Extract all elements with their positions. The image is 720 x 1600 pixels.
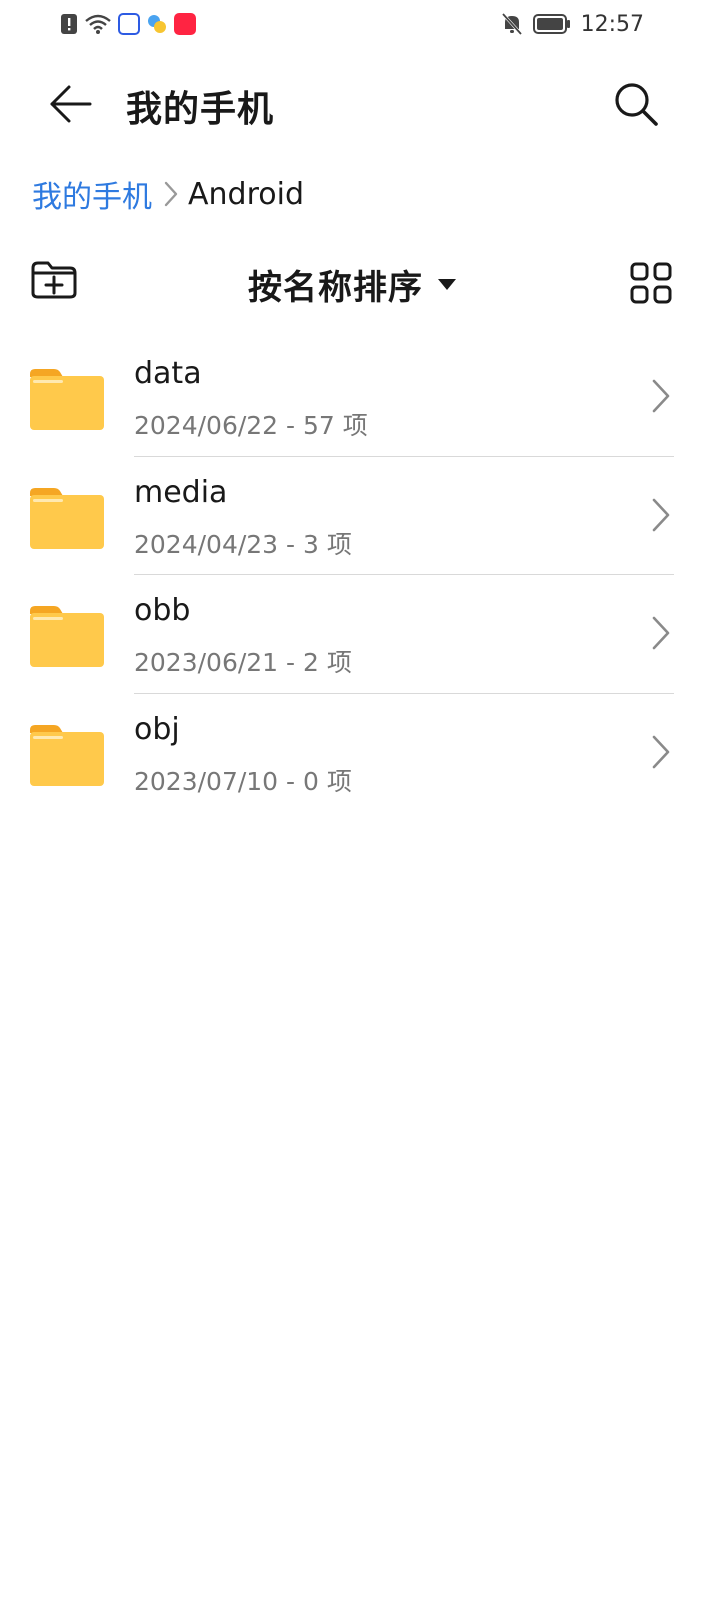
chevron-right-icon — [164, 181, 178, 207]
toolbar: 按名称排序 — [0, 250, 720, 318]
chevron-right-icon — [652, 735, 670, 769]
list-item-obb[interactable]: obb 2023/06/21 - 2 项 — [0, 575, 720, 694]
app-icon-xiaohongshu — [174, 13, 196, 35]
list-item-data[interactable]: data 2024/06/22 - 57 项 — [0, 338, 720, 457]
item-name: obb — [134, 593, 191, 629]
caret-down-icon — [438, 279, 456, 290]
folder-icon — [30, 487, 104, 549]
search-button[interactable] — [608, 76, 664, 132]
sort-button[interactable]: 按名称排序 — [248, 260, 457, 308]
chevron-right-icon — [652, 498, 670, 531]
page-title: 我的手机 — [126, 89, 275, 130]
chevron-right-icon — [652, 616, 670, 650]
item-meta: 2024/04/23 - 3 项 — [134, 529, 352, 559]
item-meta: 2023/07/10 - 0 项 — [134, 766, 352, 796]
alert-icon — [61, 14, 77, 34]
item-name: media — [134, 474, 228, 510]
grid-icon — [630, 262, 672, 304]
item-name: obj — [134, 711, 180, 747]
new-folder-button[interactable] — [30, 260, 82, 308]
app-icon-pinwheel — [148, 15, 166, 33]
item-meta: 2023/06/21 - 2 项 — [134, 648, 352, 678]
wifi-icon — [85, 14, 111, 34]
file-list: data 2024/06/22 - 57 项 media 2024/04/23 … — [0, 338, 720, 812]
back-button[interactable] — [40, 76, 100, 132]
grid-view-button[interactable] — [630, 262, 672, 304]
app-bar: 我的手机 — [0, 60, 720, 148]
status-right-icons: 12:57 — [501, 10, 644, 38]
folder-icon — [30, 369, 104, 430]
app-icon-baidu — [118, 13, 140, 35]
item-name: data — [134, 356, 202, 391]
breadcrumb-current: Android — [188, 176, 304, 212]
folder-icon — [30, 724, 104, 786]
item-meta: 2024/06/22 - 57 项 — [134, 411, 368, 440]
chevron-right-icon — [652, 379, 670, 413]
folder-add-icon — [31, 261, 77, 299]
list-item-media[interactable]: media 2024/04/23 - 3 项 — [0, 457, 720, 576]
battery-icon — [532, 14, 570, 34]
breadcrumb-root-link[interactable]: 我的手机 — [32, 172, 152, 216]
sort-label: 按名称排序 — [248, 267, 423, 308]
search-icon — [615, 83, 658, 126]
bell-off-icon — [501, 12, 522, 36]
status-bar: 12:57 — [0, 0, 720, 48]
status-left-icons — [60, 10, 196, 38]
arrow-left-icon — [50, 85, 92, 123]
status-time: 12:57 — [580, 11, 644, 37]
folder-icon — [30, 606, 104, 668]
list-item-obj[interactable]: obj 2023/07/10 - 0 项 — [0, 694, 720, 813]
breadcrumb: 我的手机 Android — [32, 172, 304, 216]
